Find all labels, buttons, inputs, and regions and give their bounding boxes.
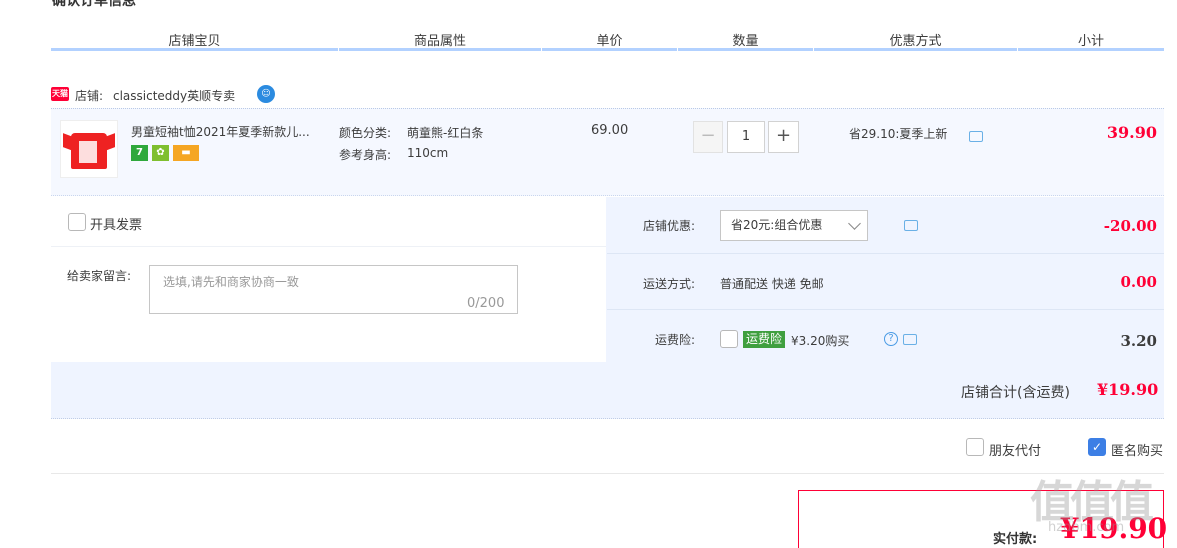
insurance-badge: 运费险 [743, 331, 786, 348]
friend-pay-checkbox[interactable] [966, 438, 984, 456]
row-divider [607, 253, 1164, 254]
anonymous-checkbox[interactable]: ✓ [1088, 438, 1106, 456]
col-header-quantity: 数量 [732, 34, 759, 49]
row-divider [607, 309, 1164, 310]
chevron-down-icon [848, 217, 861, 230]
memo-placeholder: 选填,请先和商家协商一致 [163, 275, 299, 289]
invoice-label: 开具发票 [90, 218, 143, 233]
item-discount: 省29.10:夏季上新 [849, 127, 948, 141]
gold-seller-icon[interactable]: ✿ [152, 145, 169, 161]
shipping-method: 普通配送 快递 免邮 [720, 277, 824, 291]
insurance-price: ¥3.20购买 [791, 334, 850, 348]
help-icon[interactable]: ? [884, 332, 898, 346]
header-divider [51, 48, 338, 51]
friend-pay-label: 朋友代付 [989, 444, 1042, 459]
header-divider [814, 48, 1017, 51]
attr-color-label: 颜色分类: [339, 126, 392, 140]
attr-height-value: 110cm [407, 146, 449, 160]
item-thumbnail[interactable] [60, 120, 118, 178]
watermark-site: hzdbm.com [1048, 520, 1125, 535]
tmall-badge: 天猫 [51, 87, 69, 101]
header-divider [1018, 48, 1164, 51]
invoice-checkbox[interactable] [68, 213, 86, 231]
store-coupon-select[interactable]: 省20元:组合优惠 [720, 210, 868, 241]
coupon-message-icon[interactable] [903, 220, 918, 231]
panel-divider [51, 246, 606, 247]
col-header-unit-price: 单价 [596, 34, 623, 49]
anonymous-label: 匿名购买 [1111, 444, 1164, 459]
store-coupon-amount: -20.00 [1103, 217, 1157, 235]
store-coupon-label: 店铺优惠: [642, 219, 695, 233]
item-subtotal: 39.90 [1106, 123, 1157, 142]
insurance-checkbox[interactable] [720, 330, 738, 348]
header-divider [339, 48, 541, 51]
header-divider [542, 48, 677, 51]
shipping-label: 运送方式: [642, 277, 695, 291]
separator [51, 473, 1164, 474]
quantity-input[interactable]: 1 [727, 121, 765, 153]
unit-price: 69.00 [591, 123, 629, 138]
tshirt-stripe [79, 141, 97, 163]
quantity-decrease-button[interactable]: − [693, 121, 723, 153]
col-header-shop-item: 店铺宝贝 [168, 34, 221, 49]
attr-color-value: 萌童熊-红白条 [407, 126, 484, 140]
col-header-subtotal: 小计 [1077, 34, 1104, 49]
item-service-icons: 7 ✿ ▬ [131, 145, 199, 163]
col-header-attributes: 商品属性 [413, 34, 466, 49]
insurance-amount: 3.20 [1120, 332, 1157, 350]
header-divider [678, 48, 813, 51]
payment-label: 实付款: [993, 532, 1038, 547]
item-row [51, 108, 1164, 196]
attr-height-label: 参考身高: [339, 148, 392, 162]
memo-label: 给卖家留言: [67, 269, 132, 283]
shipping-amount: 0.00 [1120, 273, 1157, 291]
store-total-value: ¥19.90 [1097, 380, 1159, 399]
page-title: 确认订单信息 [52, 0, 136, 9]
store-coupon-selected: 省20元:组合优惠 [731, 218, 823, 232]
insurance-label: 运费险: [654, 333, 695, 347]
credit-card-icon[interactable]: ▬ [173, 145, 199, 161]
shop-label: 店铺: [75, 89, 104, 103]
seven-day-return-icon[interactable]: 7 [131, 145, 148, 161]
discount-message-icon[interactable] [969, 131, 983, 142]
shop-name-link[interactable]: classicteddy英顺专卖 [113, 87, 235, 104]
wangwang-chat-icon[interactable]: ☺ [257, 85, 275, 103]
item-title-link[interactable]: 男童短袖t恤2021年夏季新款儿... [131, 123, 336, 140]
memo-char-count: 0/200 [467, 296, 505, 311]
store-total-label: 店铺合计(含运费) [961, 385, 1070, 401]
col-header-discount: 优惠方式 [889, 34, 942, 49]
quantity-increase-button[interactable]: + [768, 121, 799, 153]
insurance-message-icon[interactable] [902, 334, 917, 345]
